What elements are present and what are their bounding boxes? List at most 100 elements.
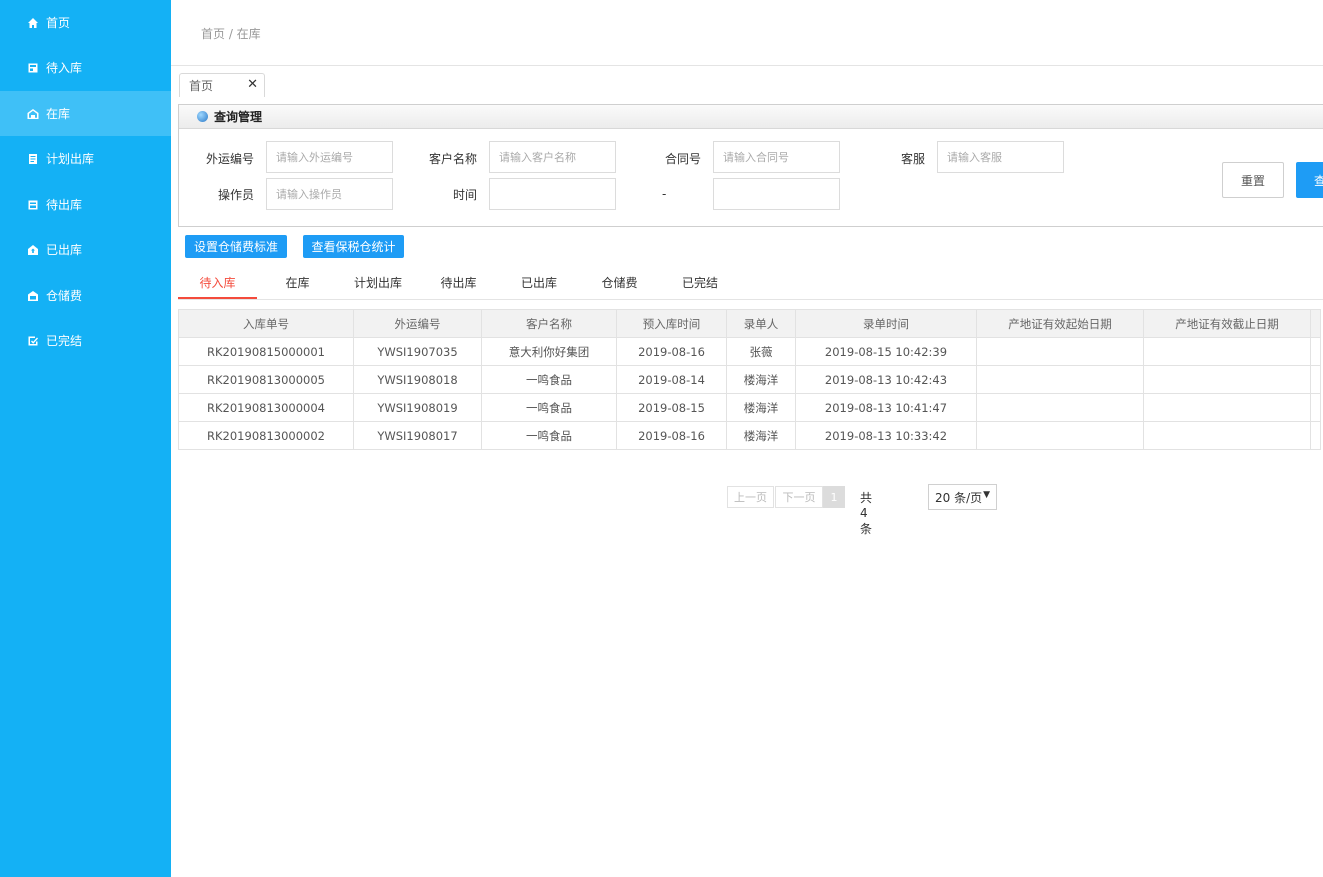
table-cell: 楼海洋 bbox=[726, 393, 796, 422]
sidebar-item-label: 仓储费 bbox=[46, 289, 83, 303]
waybill-input[interactable] bbox=[266, 141, 393, 173]
tab-storage-fee[interactable]: 仓储费 bbox=[580, 268, 659, 299]
page-size-select[interactable]: 20 条/页 ▼ bbox=[928, 484, 997, 510]
table-row[interactable]: RK20190815000001 YWSI1907035 意大利你好集团 201… bbox=[178, 337, 1321, 366]
time-separator: - bbox=[662, 187, 667, 201]
sidebar-item-shipped[interactable]: 已出库 bbox=[0, 227, 171, 272]
total-count: 共 4 条 bbox=[860, 491, 873, 536]
column-header[interactable]: 入库单号 bbox=[178, 309, 354, 338]
column-header[interactable]: 客户名称 bbox=[481, 309, 617, 338]
reset-button[interactable]: 重置 bbox=[1222, 162, 1284, 198]
sidebar-item-completed[interactable]: 已完结 bbox=[0, 318, 171, 363]
inbox-icon bbox=[27, 62, 39, 74]
time-start-input[interactable] bbox=[489, 178, 616, 210]
customer-label: 客户名称 bbox=[428, 152, 477, 166]
table-cell bbox=[976, 421, 1144, 450]
table-cell bbox=[1143, 393, 1311, 422]
table-cell: YWSI1908017 bbox=[353, 421, 482, 450]
caret-down-icon: ▼ bbox=[983, 490, 990, 500]
table-cell: RK20190813000004 bbox=[178, 393, 354, 422]
view-bonded-stats-button[interactable]: 查看保税仓统计 bbox=[303, 235, 404, 258]
table-cell: 2019-08-15 bbox=[616, 393, 727, 422]
prev-page-button[interactable]: 上一页 bbox=[727, 486, 774, 508]
sidebar-item-storage-fee[interactable]: 仓储费 bbox=[0, 273, 171, 318]
column-header bbox=[1310, 309, 1321, 338]
sidebar-item-label: 待出库 bbox=[46, 198, 83, 212]
table-row[interactable]: RK20190813000005 YWSI1908018 一鸣食品 2019-0… bbox=[178, 365, 1321, 394]
column-header[interactable]: 外运编号 bbox=[353, 309, 482, 338]
sidebar: 首页 待入库 在库 计划出库 待出库 已出库 仓储费 已完结 bbox=[0, 0, 171, 877]
set-fee-standard-button[interactable]: 设置仓储费标准 bbox=[185, 235, 287, 258]
table-cell bbox=[1310, 365, 1321, 394]
sidebar-item-label: 已完结 bbox=[46, 334, 83, 348]
table-cell: 2019-08-13 10:41:47 bbox=[795, 393, 977, 422]
table-cell bbox=[1143, 337, 1311, 366]
sidebar-item-label: 待入库 bbox=[46, 61, 83, 75]
contract-input[interactable] bbox=[713, 141, 840, 173]
tab-plan-out[interactable]: 计划出库 bbox=[338, 268, 418, 299]
page-tab-home[interactable]: 首页 ✕ bbox=[179, 73, 265, 97]
table-cell: 张薇 bbox=[726, 337, 796, 366]
next-page-button[interactable]: 下一页 bbox=[775, 486, 823, 508]
tab-in-stock[interactable]: 在库 bbox=[258, 268, 337, 299]
table-cell: 一鸣食品 bbox=[481, 393, 617, 422]
column-header[interactable]: 产地证有效截止日期 bbox=[1143, 309, 1311, 338]
column-header[interactable]: 预入库时间 bbox=[616, 309, 727, 338]
operator-label: 操作员 bbox=[217, 188, 254, 202]
table-cell: 一鸣食品 bbox=[481, 365, 617, 394]
pending-out-icon bbox=[27, 199, 39, 211]
operator-input[interactable] bbox=[266, 178, 393, 210]
waybill-label: 外运编号 bbox=[205, 152, 254, 166]
table-row[interactable]: RK20190813000004 YWSI1908019 一鸣食品 2019-0… bbox=[178, 393, 1321, 422]
table-cell bbox=[1310, 421, 1321, 450]
table-cell: 楼海洋 bbox=[726, 421, 796, 450]
query-button[interactable]: 查 bbox=[1296, 162, 1323, 198]
column-header[interactable]: 录单时间 bbox=[795, 309, 977, 338]
sidebar-item-pending-out[interactable]: 待出库 bbox=[0, 182, 171, 227]
fee-icon bbox=[27, 290, 39, 302]
table-cell: 意大利你好集团 bbox=[481, 337, 617, 366]
close-icon[interactable]: ✕ bbox=[247, 77, 258, 92]
shipped-icon bbox=[27, 244, 39, 256]
sidebar-item-pending-in[interactable]: 待入库 bbox=[0, 45, 171, 90]
tab-shipped[interactable]: 已出库 bbox=[499, 268, 579, 299]
sidebar-item-label: 首页 bbox=[46, 16, 71, 30]
query-panel: 查询管理 外运编号 客户名称 合同号 客服 操作员 时间 - 重置 查 bbox=[178, 104, 1323, 227]
tab-pending-out[interactable]: 待出库 bbox=[419, 268, 498, 299]
time-end-input[interactable] bbox=[713, 178, 840, 210]
header-divider bbox=[171, 65, 1323, 66]
tab-completed[interactable]: 已完结 bbox=[660, 268, 740, 299]
sidebar-item-home[interactable]: 首页 bbox=[0, 0, 171, 45]
table-cell: YWSI1907035 bbox=[353, 337, 482, 366]
column-header[interactable]: 录单人 bbox=[726, 309, 796, 338]
table-cell bbox=[976, 365, 1144, 394]
home-icon bbox=[27, 17, 39, 29]
done-icon bbox=[27, 335, 39, 347]
page-tab-label: 首页 bbox=[189, 79, 214, 93]
table-cell bbox=[976, 393, 1144, 422]
plan-icon bbox=[27, 153, 39, 165]
table-cell: 2019-08-14 bbox=[616, 365, 727, 394]
service-input[interactable] bbox=[937, 141, 1064, 173]
query-panel-header: 查询管理 bbox=[179, 105, 1323, 129]
sidebar-item-plan-out[interactable]: 计划出库 bbox=[0, 136, 171, 181]
sidebar-item-in-stock[interactable]: 在库 bbox=[0, 91, 171, 136]
table-cell bbox=[1310, 393, 1321, 422]
table-cell: 2019-08-16 bbox=[616, 337, 727, 366]
table-cell: 2019-08-16 bbox=[616, 421, 727, 450]
globe-icon bbox=[197, 111, 208, 122]
page-size-value: 20 条/页 bbox=[935, 490, 983, 505]
customer-input[interactable] bbox=[489, 141, 616, 173]
current-page[interactable]: 1 bbox=[823, 486, 845, 508]
table-cell bbox=[1143, 365, 1311, 394]
table-cell: 2019-08-13 10:33:42 bbox=[795, 421, 977, 450]
table-cell bbox=[1310, 337, 1321, 366]
table-row[interactable]: RK20190813000002 YWSI1908017 一鸣食品 2019-0… bbox=[178, 421, 1321, 450]
column-header[interactable]: 产地证有效起始日期 bbox=[976, 309, 1144, 338]
sidebar-item-label: 在库 bbox=[46, 107, 71, 121]
table-cell: RK20190813000002 bbox=[178, 421, 354, 450]
tab-pending-in[interactable]: 待入库 bbox=[178, 268, 257, 299]
table-cell: 2019-08-15 10:42:39 bbox=[795, 337, 977, 366]
sidebar-item-label: 计划出库 bbox=[46, 152, 95, 166]
table-cell: RK20190815000001 bbox=[178, 337, 354, 366]
